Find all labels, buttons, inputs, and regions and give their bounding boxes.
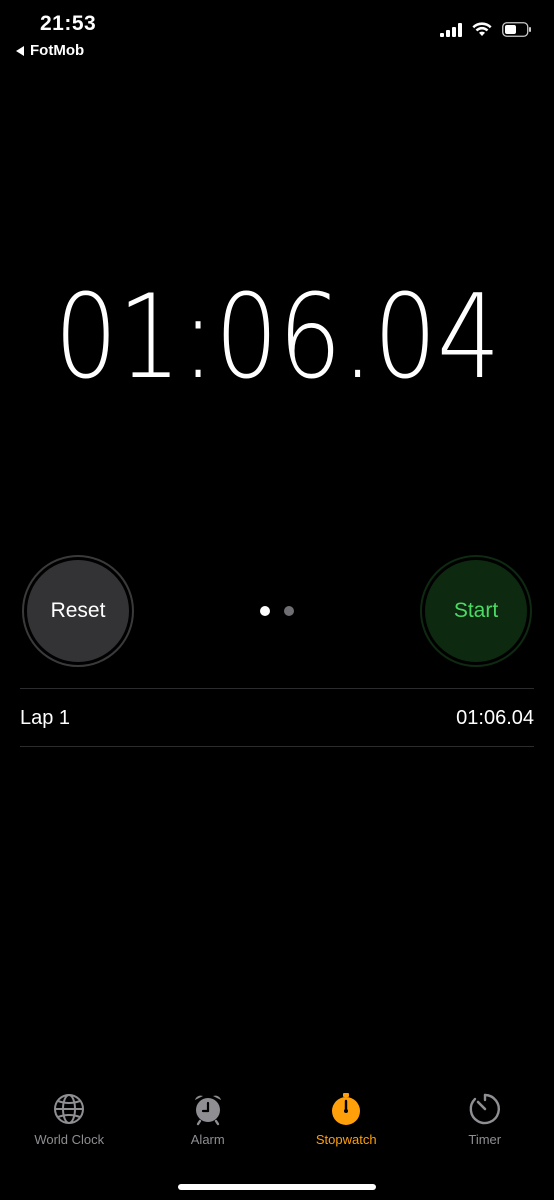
- lap-label: Lap 1: [20, 706, 71, 729]
- tab-label: Stopwatch: [315, 1132, 377, 1147]
- tab-label: Alarm: [190, 1132, 225, 1147]
- status-icons: [440, 22, 532, 37]
- status-time: 21:53: [40, 12, 97, 35]
- tab-bar: World Clock Alarm Stopwatch Timer: [0, 1092, 554, 1162]
- tab-timer[interactable]: Timer: [416, 1092, 554, 1162]
- tab-label: Timer: [468, 1132, 502, 1147]
- elapsed-time: 01:06.04: [53, 270, 501, 405]
- cellular-signal-icon: [440, 22, 462, 37]
- back-arrow-icon: [16, 45, 24, 56]
- start-button-label: Start: [425, 560, 527, 662]
- status-bar: 21:53 FotMob: [0, 0, 554, 70]
- tab-label: World Clock: [34, 1132, 105, 1147]
- globe-icon: [54, 1094, 85, 1124]
- back-app-label: FotMob: [30, 42, 85, 59]
- stopwatch-icon: [332, 1093, 361, 1125]
- tab-alarm[interactable]: Alarm: [139, 1092, 278, 1162]
- tab-world-clock[interactable]: World Clock: [0, 1092, 139, 1162]
- lap-time: 01:06.04: [456, 706, 534, 729]
- timer-icon: [469, 1093, 500, 1125]
- start-button[interactable]: Start: [420, 555, 532, 667]
- page-dot-active: [260, 606, 270, 616]
- lap-row: Lap 1 01:06.04: [20, 690, 534, 746]
- lap-divider-bottom: [20, 746, 534, 747]
- stopwatch-display: 01:06.04: [0, 280, 554, 396]
- battery-icon: [502, 22, 531, 37]
- page-dot-inactive: [284, 606, 294, 616]
- back-to-app-link[interactable]: FotMob: [16, 42, 84, 59]
- tab-stopwatch[interactable]: Stopwatch: [277, 1092, 416, 1162]
- home-indicator[interactable]: [178, 1184, 376, 1190]
- alarm-clock-icon: [194, 1095, 221, 1126]
- lap-divider-top: [20, 688, 534, 689]
- wifi-icon: [472, 22, 492, 36]
